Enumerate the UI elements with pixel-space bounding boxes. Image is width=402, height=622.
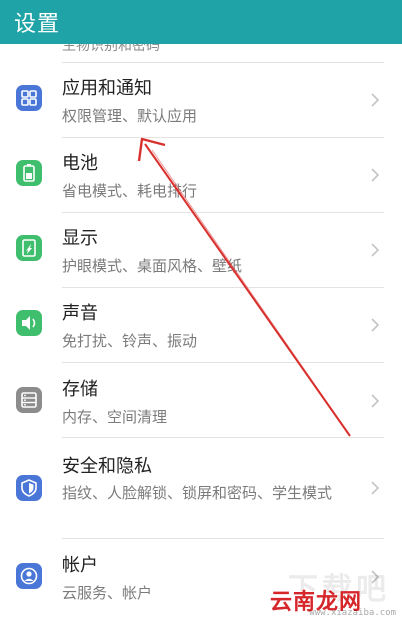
annotation-arrow <box>137 137 351 437</box>
watermark-url: www.xiazaiba.com <box>309 608 396 618</box>
watermark: 下载吧 云南龙网 www.xiazaiba.com <box>266 564 396 618</box>
